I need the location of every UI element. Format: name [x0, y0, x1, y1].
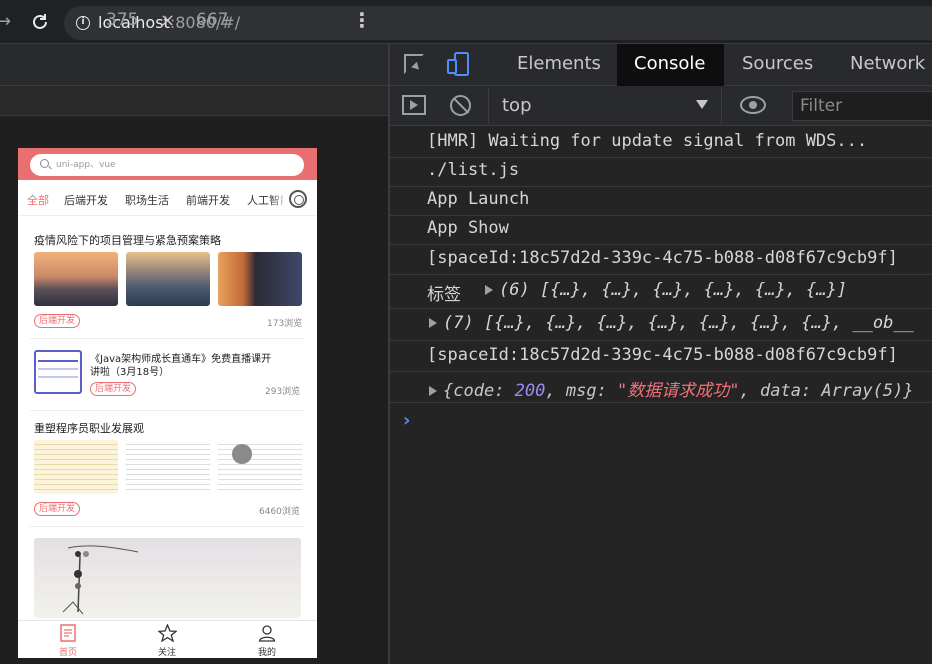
article-image-detail	[38, 360, 78, 362]
info-icon[interactable]: i	[76, 16, 90, 30]
divider	[390, 340, 932, 341]
phone-screen: uni-app、vue 全部 后端开发 职场生活 前端开发 人工智能 疫情风险下…	[18, 148, 317, 658]
divider	[390, 215, 932, 216]
article-image-detail	[38, 376, 78, 378]
expand-triangle-icon[interactable]	[429, 386, 437, 396]
divider	[390, 186, 932, 187]
banner-illustration	[62, 545, 139, 615]
article-image[interactable]	[126, 440, 210, 494]
tab-network[interactable]: Network	[850, 53, 925, 74]
tabbar-label-mine[interactable]: 我的	[258, 645, 276, 658]
tab-frontend[interactable]: 前端开发	[186, 192, 230, 208]
console-message: [HMR] Waiting for update signal from WDS…	[427, 131, 868, 151]
array-preview: (6) [{…}, {…}, {…}, {…}, {…}, {…}]	[499, 280, 847, 300]
article-image[interactable]	[34, 440, 118, 494]
filter-placeholder: Filter	[800, 96, 843, 116]
category-tag[interactable]: 后端开发	[34, 314, 81, 328]
device-width-input[interactable]: 375	[106, 10, 138, 30]
tabs-fade	[270, 184, 288, 212]
object-value-code: 200	[514, 381, 546, 401]
divider	[30, 410, 305, 411]
star-icon[interactable]	[158, 624, 177, 642]
dropdown-arrow-icon	[696, 100, 708, 109]
console-array-expandable[interactable]: (7) [{…}, {…}, {…}, {…}, {…}, {…}, {…}, …	[429, 313, 932, 333]
console-message: ./list.js	[427, 160, 520, 180]
view-count: 173浏览	[267, 319, 303, 329]
console-message-label: 标签	[427, 285, 461, 305]
article-image-detail	[38, 368, 78, 370]
article-image[interactable]	[218, 252, 302, 306]
console-message: App Launch	[427, 189, 530, 209]
object-brace: {	[443, 381, 454, 401]
article-title[interactable]: 重塑程序员职业发展观	[34, 420, 144, 436]
console-object-expandable[interactable]: {code: 200, msg: "数据请求成功", data: Array(5…	[429, 376, 914, 401]
category-tag[interactable]: 后端开发	[90, 382, 137, 396]
user-icon[interactable]	[258, 624, 276, 642]
article-image[interactable]	[34, 252, 118, 306]
article-title-line[interactable]: 讲啦（3月18号）	[90, 363, 169, 378]
divider	[30, 338, 305, 339]
object-key-msg: , msg:	[545, 381, 618, 401]
tabbar-label-home[interactable]: 首页	[59, 645, 77, 658]
console-array-expandable[interactable]: (6) [{…}, {…}, {…}, {…}, {…}, {…}]	[485, 280, 847, 300]
article-image-detail	[232, 444, 252, 464]
tab-sources[interactable]: Sources	[742, 53, 813, 74]
dimension-separator: ×	[160, 10, 176, 31]
divider	[390, 157, 932, 158]
device-toggle-icon[interactable]	[446, 52, 470, 76]
view-count: 6460浏览	[259, 507, 300, 517]
article-image[interactable]	[126, 252, 210, 306]
expand-triangle-icon[interactable]	[485, 285, 493, 295]
divider	[390, 371, 932, 372]
view-count: 293浏览	[265, 387, 301, 397]
clear-console-icon[interactable]	[450, 95, 471, 116]
tab-console[interactable]: Console	[617, 44, 724, 86]
more-options-icon[interactable]: ⋮	[352, 8, 372, 32]
device-toolbar	[0, 44, 388, 86]
console-message: [spaceId:18c57d2d-339c-4c75-b088-d08f67c…	[427, 248, 898, 268]
device-height-input[interactable]: 667	[196, 10, 228, 30]
category-tag[interactable]: 后端开发	[34, 502, 81, 516]
array-preview: (7) [{…}, {…}, {…}, {…}, {…}, {…}, {…}, …	[443, 313, 914, 333]
expand-triangle-icon[interactable]	[429, 318, 437, 328]
divider	[390, 244, 932, 245]
search-placeholder: uni-app、vue	[56, 160, 116, 170]
inspect-element-icon[interactable]	[404, 54, 424, 74]
divider	[390, 402, 932, 403]
home-icon[interactable]	[59, 624, 77, 642]
device-ruler	[0, 86, 388, 116]
object-value-msg: "数据请求成功"	[617, 381, 740, 401]
eye-icon[interactable]	[740, 96, 766, 114]
article-title[interactable]: 疫情风险下的项目管理与紧急预案策略	[34, 232, 221, 248]
article-image[interactable]	[218, 440, 302, 494]
divider	[390, 274, 932, 275]
console-prompt-icon[interactable]: ›	[403, 410, 410, 431]
tabbar-label-follow[interactable]: 关注	[158, 645, 176, 658]
tab-elements[interactable]: Elements	[517, 53, 601, 74]
console-message: [spaceId:18c57d2d-339c-4c75-b088-d08f67c…	[427, 345, 898, 365]
forward-arrow-icon[interactable]: →	[0, 12, 14, 32]
divider	[390, 308, 932, 309]
article-image[interactable]	[34, 350, 82, 394]
tab-career[interactable]: 职场生活	[125, 192, 169, 208]
tab-all[interactable]: 全部	[27, 192, 49, 208]
context-value: top	[502, 95, 532, 116]
object-key-code: code:	[453, 381, 515, 401]
tab-console-label: Console	[634, 53, 706, 74]
console-message: App Show	[427, 218, 509, 238]
reload-icon[interactable]	[30, 12, 50, 32]
console-sidebar-icon[interactable]	[402, 95, 426, 115]
tab-backend[interactable]: 后端开发	[64, 192, 108, 208]
search-icon	[40, 159, 49, 168]
divider	[30, 526, 305, 527]
gear-icon[interactable]	[289, 190, 307, 208]
object-key-data: , data: Array(5)}	[739, 381, 914, 401]
